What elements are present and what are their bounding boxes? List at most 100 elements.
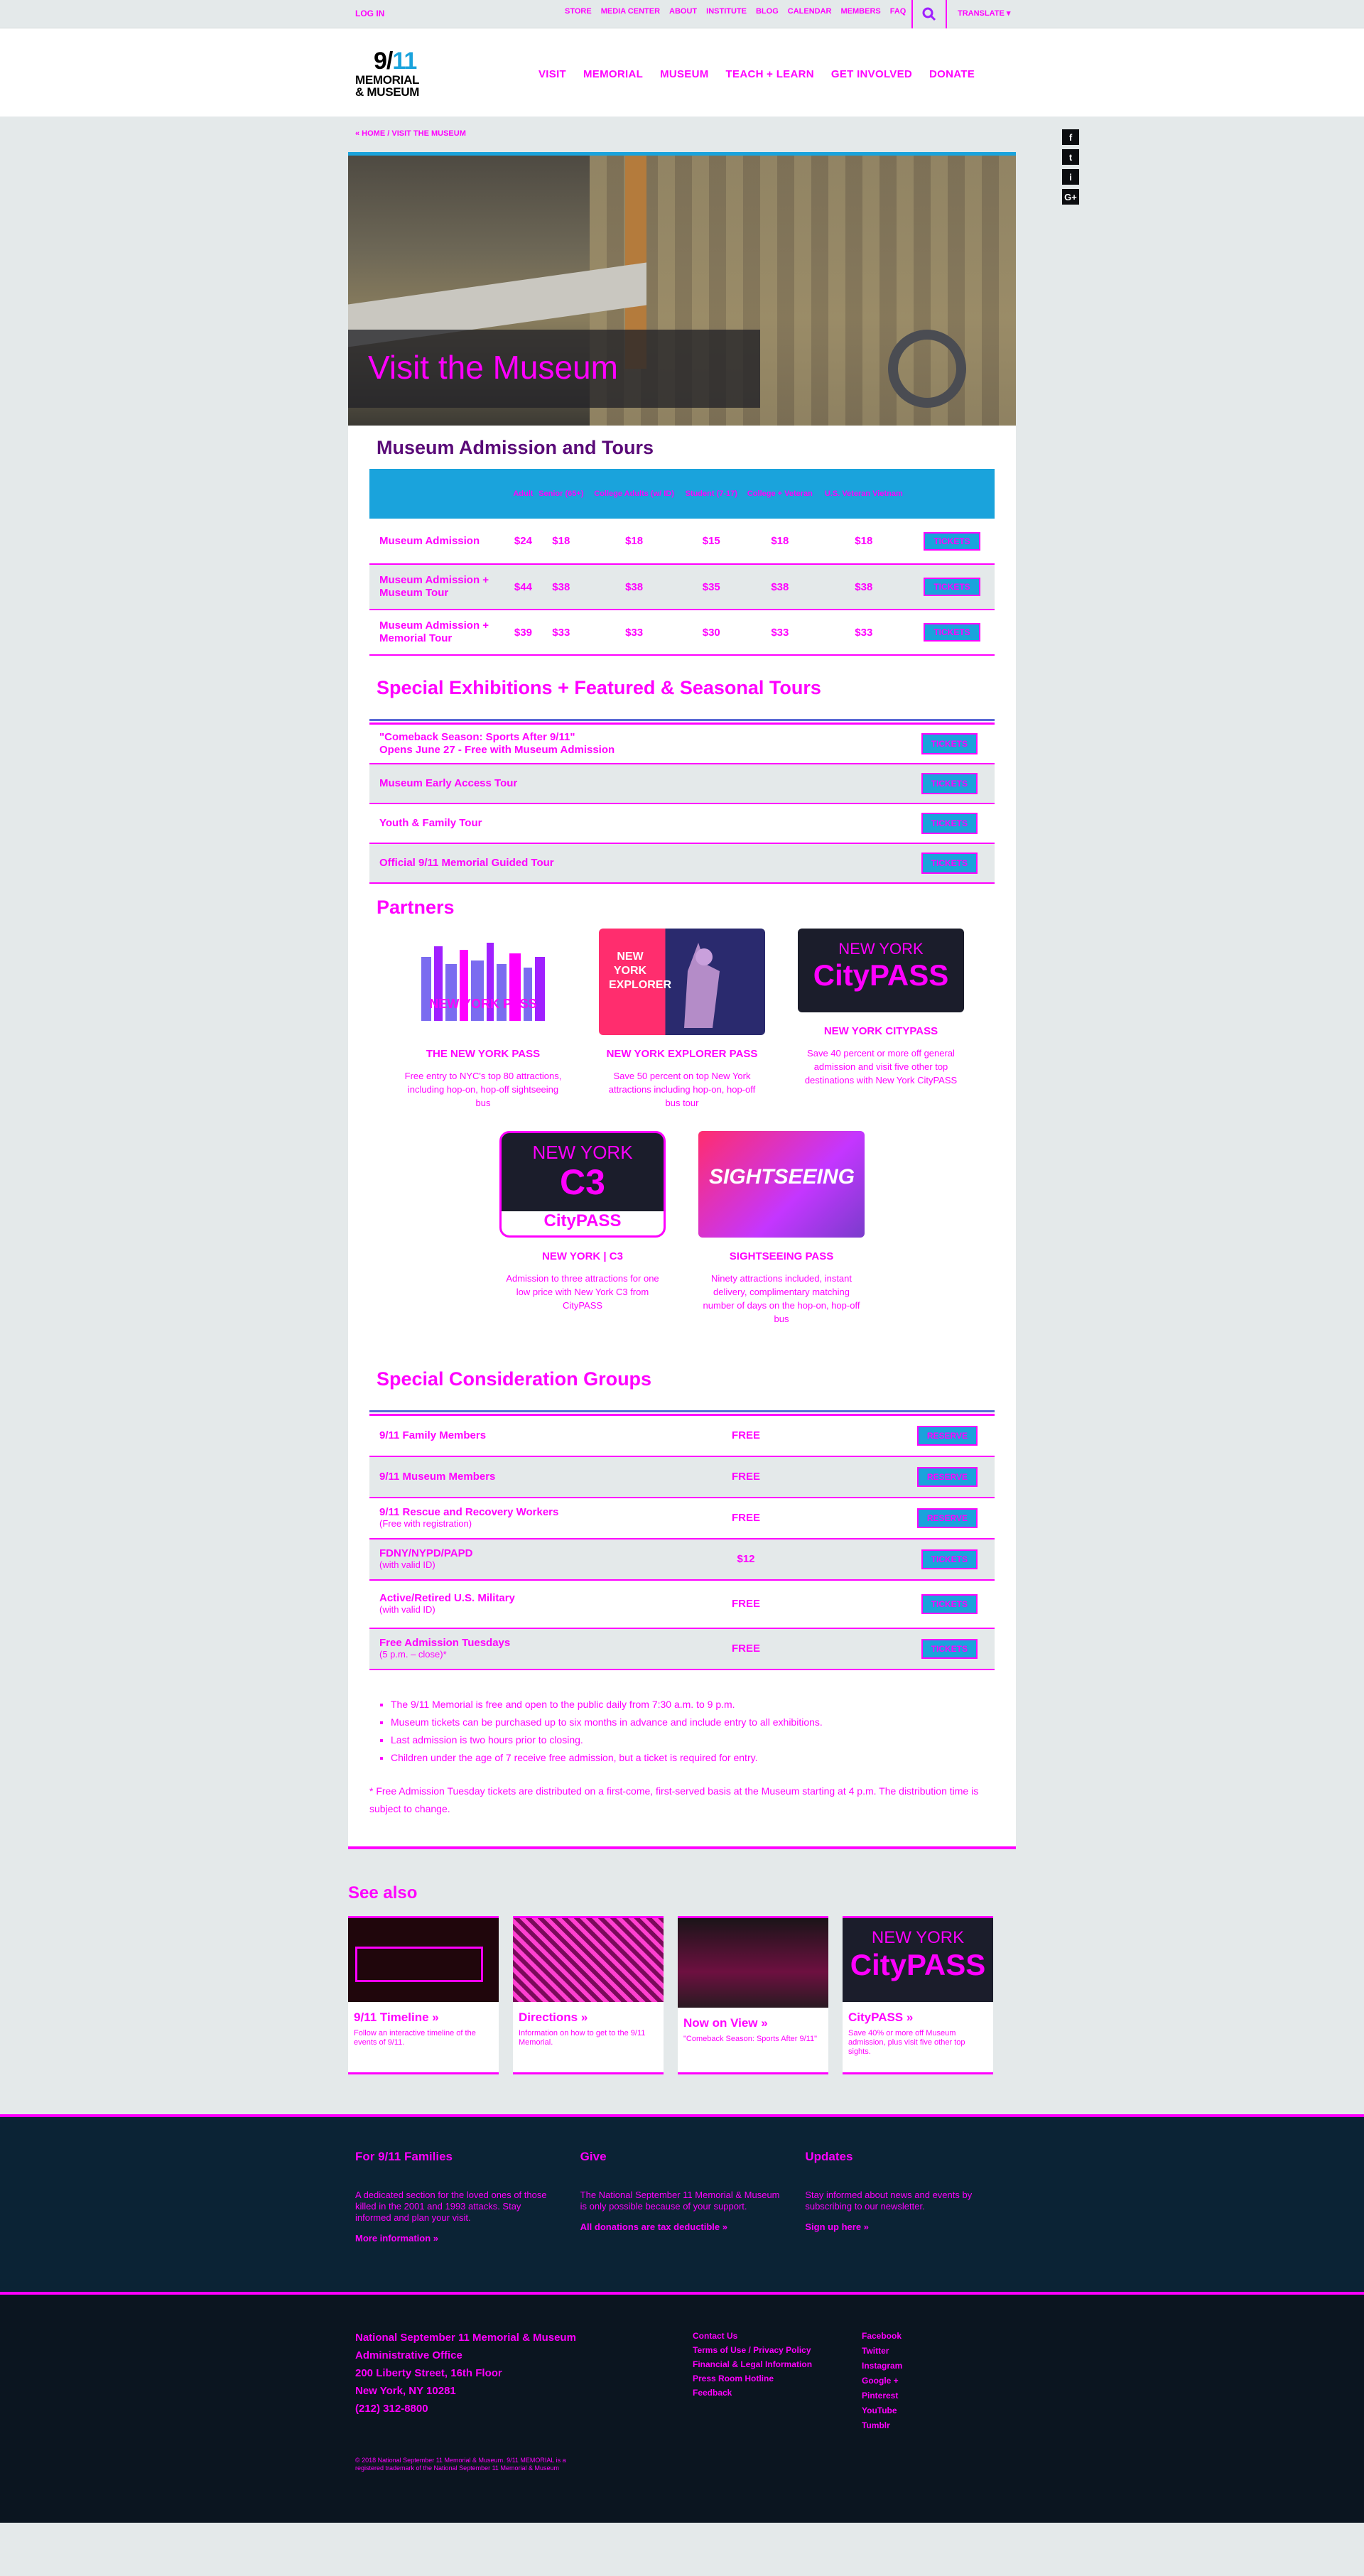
utility-link-faq[interactable]: FAQ bbox=[890, 7, 906, 16]
table-row: 9/11 Museum Members FREE RESERVE bbox=[369, 1457, 995, 1498]
partner-name: NEW YORK CITYPASS bbox=[823, 1025, 938, 1037]
price-cell: $33 bbox=[818, 610, 909, 656]
google-plus-icon[interactable]: G+ bbox=[1062, 189, 1079, 205]
tickets-button[interactable]: TICKETS bbox=[924, 623, 980, 642]
footer-social-pinterest[interactable]: Pinterest bbox=[862, 2391, 898, 2401]
footer-social-twitter[interactable]: Twitter bbox=[862, 2346, 889, 2356]
footer-link[interactable]: More information » bbox=[355, 2233, 438, 2244]
address-line: Administrative Office bbox=[355, 2349, 462, 2361]
price-cell: $18 bbox=[534, 519, 588, 565]
utility-link-members[interactable]: MEMBERS bbox=[841, 7, 881, 16]
breadcrumb-home[interactable]: « HOME bbox=[355, 129, 385, 138]
tickets-button[interactable]: TICKETS bbox=[921, 773, 978, 794]
footer-top: For 9/11 Families A dedicated section fo… bbox=[0, 2114, 1364, 2292]
partner-card[interactable]: NEW YORK C3 CityPASS NEW YORK | C3 Admis… bbox=[497, 1131, 668, 1326]
row-label: Museum Admission + Museum Tour bbox=[369, 564, 512, 610]
card-title: 9/11 Timeline » bbox=[354, 2011, 439, 2024]
login-link[interactable]: LOG IN bbox=[355, 9, 384, 18]
note-item: Children under the age of 7 receive free… bbox=[391, 1749, 995, 1767]
tickets-button[interactable]: TICKETS bbox=[921, 813, 978, 834]
group-price: FREE bbox=[731, 1643, 760, 1655]
nav-teach-learn[interactable]: TEACH + LEARN bbox=[726, 68, 814, 80]
utility-link-institute[interactable]: INSTITUTE bbox=[706, 7, 747, 16]
exhibition-title: "Comeback Season: Sports After 9/11" bbox=[379, 731, 575, 743]
card-image bbox=[348, 1918, 499, 2002]
footer-column-updates: Updates Stay informed about news and eve… bbox=[805, 2150, 1009, 2245]
facebook-icon[interactable]: f bbox=[1062, 129, 1079, 145]
footer-address: National September 11 Memorial & Museum … bbox=[355, 2329, 576, 2418]
footer-link[interactable]: All donations are tax deductible » bbox=[580, 2221, 727, 2232]
tickets-button[interactable]: TICKETS bbox=[924, 578, 980, 596]
group-sublabel: (5 p.m. – close)* bbox=[379, 1649, 447, 1660]
tickets-button[interactable]: TICKETS bbox=[921, 1594, 978, 1614]
group-label: Free Admission Tuesdays bbox=[379, 1637, 511, 1649]
partner-description: Save 50 percent on top New York attracti… bbox=[608, 1071, 756, 1108]
footer-link-press[interactable]: Press Room Hotline bbox=[693, 2374, 774, 2383]
tickets-button[interactable]: TICKETS bbox=[921, 1549, 978, 1569]
reserve-button[interactable]: RESERVE bbox=[916, 1426, 978, 1446]
partner-card[interactable]: NEW YORK PASS THE NEW YORK PASS Free ent… bbox=[398, 929, 568, 1110]
utility-link-blog[interactable]: BLOG bbox=[756, 7, 779, 16]
nav-visit[interactable]: VISIT bbox=[538, 68, 566, 80]
logo-line2: & MUSEUM bbox=[355, 85, 420, 99]
copyright: © 2018 National September 11 Memorial & … bbox=[355, 2457, 566, 2472]
nav-get-involved[interactable]: GET INVOLVED bbox=[831, 68, 912, 80]
footer-link-terms[interactable]: Terms of Use / Privacy Policy bbox=[693, 2345, 811, 2355]
tickets-button[interactable]: TICKETS bbox=[921, 853, 978, 874]
tickets-button[interactable]: TICKETS bbox=[924, 531, 980, 551]
footer-link[interactable]: Sign up here » bbox=[805, 2221, 869, 2232]
footer-social-youtube[interactable]: YouTube bbox=[862, 2405, 897, 2415]
see-also-card-citypass[interactable]: NEW YORK CityPASS CityPASS » Save 40% or… bbox=[843, 1916, 993, 2074]
footer-link-financial[interactable]: Financial & Legal Information bbox=[693, 2359, 812, 2369]
see-also-card-now-on-view[interactable]: Now on View » "Comeback Season: Sports A… bbox=[678, 1916, 828, 2074]
see-also-card-timeline[interactable]: 9/11 Timeline » Follow an interactive ti… bbox=[348, 1916, 499, 2074]
translate-link[interactable]: TRANSLATE ▾ bbox=[958, 9, 1010, 18]
footer-social-instagram[interactable]: Instagram bbox=[862, 2361, 902, 2371]
footer-column-families: For 9/11 Families A dedicated section fo… bbox=[355, 2150, 559, 2245]
partner-description: Admission to three attractions for one l… bbox=[506, 1273, 659, 1311]
partner-description: Ninety attractions included, instant del… bbox=[703, 1273, 860, 1324]
site-logo[interactable]: 9/11 MEMORIAL & MUSEUM bbox=[355, 48, 440, 102]
partner-logo-text: NEW YORK bbox=[838, 940, 924, 958]
tickets-button[interactable]: TICKETS bbox=[921, 733, 978, 754]
utility-link-calendar[interactable]: CALENDAR bbox=[788, 7, 832, 16]
utility-link-about[interactable]: ABOUT bbox=[669, 7, 697, 16]
partner-card[interactable]: NEW YORK CityPASS NEW YORK CITYPASS Save… bbox=[796, 929, 966, 1110]
partner-logo-text: NEW YORK bbox=[532, 1142, 633, 1163]
partner-card[interactable]: NEW YORK EXPLORER NEW YORK EXPLORER PASS… bbox=[597, 929, 767, 1110]
partner-logo-sightseeing-pass: SIGHTSEEING bbox=[698, 1131, 865, 1238]
nav-memorial[interactable]: MEMORIAL bbox=[583, 68, 643, 80]
price-cell: $24 bbox=[512, 519, 535, 565]
nav-donate[interactable]: DONATE bbox=[929, 68, 975, 80]
partner-logo-text: C3 bbox=[560, 1162, 605, 1202]
group-label: 9/11 Rescue and Recovery Workers bbox=[379, 1506, 559, 1518]
partner-card[interactable]: SIGHTSEEING SIGHTSEEING PASS Ninety attr… bbox=[696, 1131, 867, 1326]
footer-heading: Give bbox=[580, 2150, 607, 2163]
nav-museum[interactable]: MUSEUM bbox=[660, 68, 708, 80]
instagram-icon[interactable]: i bbox=[1062, 169, 1079, 185]
partner-logo-citypass: NEW YORK CityPASS bbox=[798, 929, 964, 1012]
utility-link-media-center[interactable]: MEDIA CENTER bbox=[601, 7, 660, 16]
footer-social-facebook[interactable]: Facebook bbox=[862, 2331, 902, 2341]
logo-num-a: 9/ bbox=[374, 48, 393, 75]
utility-link-store[interactable]: STORE bbox=[565, 7, 592, 16]
table-row: Museum Admission + Memorial Tour $39 $33… bbox=[369, 610, 995, 656]
price-cell: $38 bbox=[818, 564, 909, 610]
footer-text: Stay informed about news and events by s… bbox=[805, 2190, 973, 2212]
partner-description: Save 40 percent or more off general admi… bbox=[804, 1048, 958, 1086]
table-row: Active/Retired U.S. Military (with valid … bbox=[369, 1581, 995, 1629]
footer-social-links: Facebook Twitter Instagram Google + Pint… bbox=[862, 2329, 902, 2433]
tickets-button[interactable]: TICKETS bbox=[921, 1639, 978, 1659]
price-cell: $35 bbox=[681, 564, 742, 610]
reserve-button[interactable]: RESERVE bbox=[916, 1508, 978, 1528]
group-price: FREE bbox=[731, 1512, 760, 1524]
footer-link-feedback[interactable]: Feedback bbox=[693, 2388, 732, 2398]
special-groups-heading: Special Consideration Groups bbox=[377, 1368, 652, 1390]
search-button[interactable] bbox=[911, 0, 947, 28]
reserve-button[interactable]: RESERVE bbox=[916, 1467, 978, 1487]
footer-link-contact[interactable]: Contact Us bbox=[693, 2331, 737, 2341]
footer-social-google-plus[interactable]: Google + bbox=[862, 2376, 899, 2386]
twitter-icon[interactable]: t bbox=[1062, 149, 1079, 165]
footer-social-tumblr[interactable]: Tumblr bbox=[862, 2420, 890, 2430]
see-also-card-directions[interactable]: Directions » Information on how to get t… bbox=[513, 1916, 664, 2074]
